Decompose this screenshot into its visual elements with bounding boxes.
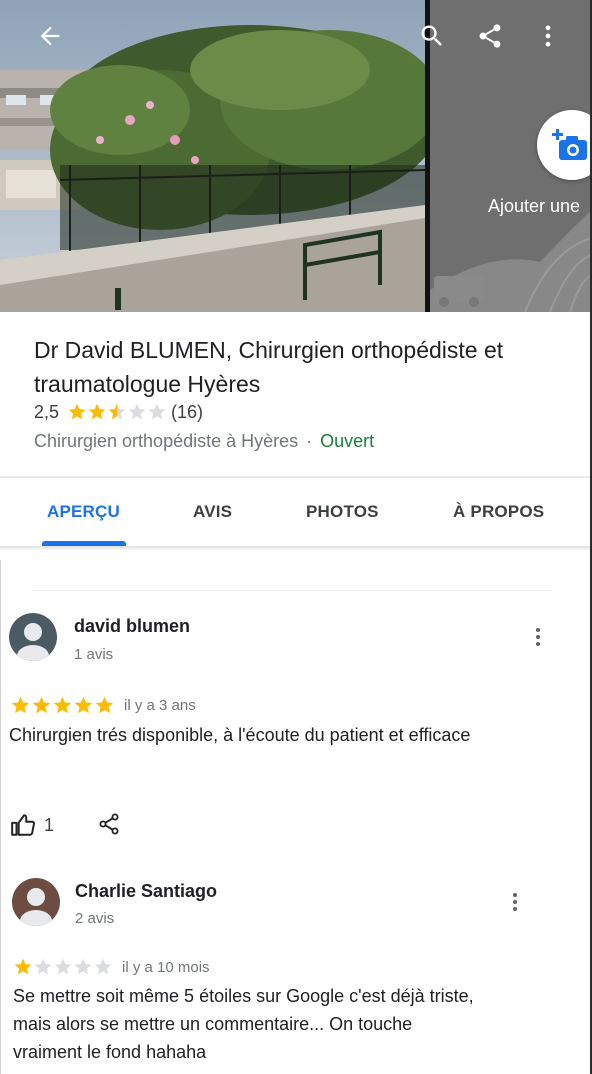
review-count: (16) (171, 401, 204, 422)
star-empty-icon (74, 958, 92, 975)
star-filled-icon (68, 403, 86, 420)
reviewer-name[interactable]: Charlie Santiago (75, 881, 217, 902)
review-more-button[interactable] (526, 622, 550, 652)
review-time: il y a 10 mois (122, 958, 210, 976)
more-vert-icon (545, 25, 551, 47)
star-empty-icon (128, 403, 146, 420)
share-button[interactable] (472, 18, 508, 54)
search-button[interactable] (414, 18, 450, 54)
tab-apercu[interactable]: APERÇU (47, 478, 120, 546)
tab-bar-shadow (0, 546, 592, 551)
like-count: 1 (44, 814, 55, 835)
category-row: Chirurgien orthopédiste à Hyères · Ouvert (34, 429, 374, 453)
add-photo-camera-icon (552, 129, 587, 160)
add-photo-button[interactable] (537, 110, 592, 180)
avatar[interactable] (9, 613, 57, 661)
tab-a-propos[interactable]: À PROPOS (453, 478, 544, 546)
review-share-button[interactable] (96, 810, 122, 838)
add-photo-label[interactable]: Ajouter une (488, 196, 580, 217)
star-empty-icon (54, 958, 72, 975)
thumb-up-icon (11, 814, 35, 836)
arrow-back-icon (40, 26, 60, 46)
reviewer-name[interactable]: david blumen (74, 616, 190, 637)
star-filled-icon (95, 696, 114, 713)
tab-avis[interactable]: AVIS (193, 478, 232, 546)
star-empty-icon (94, 958, 112, 975)
avatar[interactable] (12, 878, 60, 926)
review-time: il y a 3 ans (124, 696, 196, 714)
screen-edge (0, 560, 1, 1074)
star-filled-icon (32, 696, 51, 713)
photo-header: Ajouter une (0, 0, 592, 312)
star-empty-icon (34, 958, 52, 975)
place-title: Dr David BLUMEN, Chirurgien orthopédiste… (34, 337, 504, 397)
star-half-icon (108, 403, 126, 420)
rating-value: 2,5 (34, 401, 60, 422)
separator-dot: · (306, 431, 313, 451)
star-filled-icon (74, 696, 93, 713)
review-text: Se mettre soit même 5 étoiles sur Google… (13, 986, 474, 1062)
tab-bar: APERÇU AVIS PHOTOS À PROPOS (0, 478, 592, 546)
share-icon (479, 24, 501, 48)
like-button[interactable]: 1 (10, 811, 54, 839)
reviewer-review-count: 2 avis (75, 910, 115, 927)
search-icon (421, 25, 442, 46)
review-stars (13, 957, 113, 977)
more-options-button[interactable] (530, 18, 566, 54)
open-status: Ouvert (320, 431, 375, 451)
person-avatar-icon (12, 878, 60, 926)
divider (32, 590, 552, 591)
star-empty-icon (148, 403, 166, 420)
more-vert-icon (513, 893, 517, 911)
place-category: Chirurgien orthopédiste à Hyères (34, 431, 299, 451)
rating-stars (67, 402, 167, 422)
star-filled-icon (11, 696, 30, 713)
add-photo-tile[interactable]: Ajouter une (430, 0, 592, 312)
star-filled-icon (14, 958, 32, 975)
person-avatar-icon (9, 613, 57, 661)
reviewer-review-count: 1 avis (74, 646, 114, 663)
more-vert-icon (536, 628, 540, 646)
tab-photos[interactable]: PHOTOS (306, 478, 379, 546)
share-icon (99, 813, 119, 835)
review-text: Chirurgien trés disponible, à l'écoute d… (9, 725, 471, 745)
star-filled-icon (53, 696, 72, 713)
star-filled-icon (88, 403, 106, 420)
review-rating-row: il y a 3 ans (10, 694, 196, 716)
review-rating-row: il y a 10 mois (13, 956, 210, 978)
review-more-button[interactable] (503, 887, 527, 917)
back-button[interactable] (32, 18, 68, 54)
rating-row[interactable]: 2,5 (16) (34, 400, 203, 424)
review-stars (10, 695, 115, 716)
